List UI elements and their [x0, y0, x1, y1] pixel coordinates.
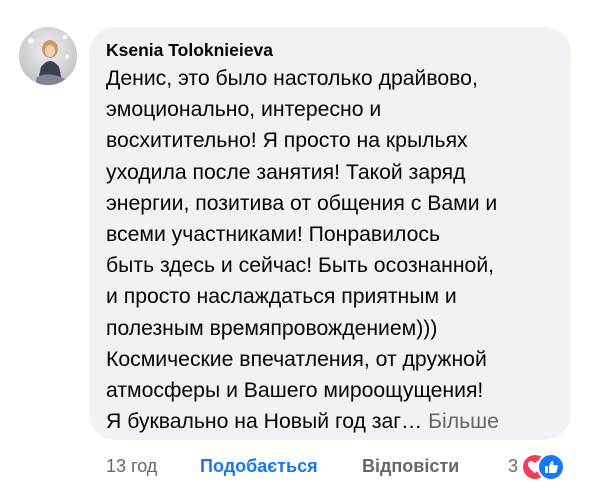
comment-author[interactable]: Ksenia Toloknieieva [106, 39, 571, 61]
comment-timestamp[interactable]: 13 год [106, 455, 157, 477]
reply-button[interactable]: Відповісти [362, 455, 459, 477]
comment-bubble: Ksenia Toloknieieva Денис, это было наст… [89, 27, 571, 440]
like-reaction-icon [537, 453, 565, 481]
comment-text: Денис, это было настолько драйвово, эмоц… [106, 67, 498, 434]
see-more-link[interactable]: Більше [428, 410, 499, 433]
avatar[interactable] [19, 27, 77, 85]
user-avatar-photo [19, 27, 77, 85]
like-button[interactable]: Подобається [200, 455, 318, 477]
reaction-count: 3 [508, 456, 519, 476]
comment-body: Денис, это было настолько драйвово, эмоц… [106, 63, 571, 437]
